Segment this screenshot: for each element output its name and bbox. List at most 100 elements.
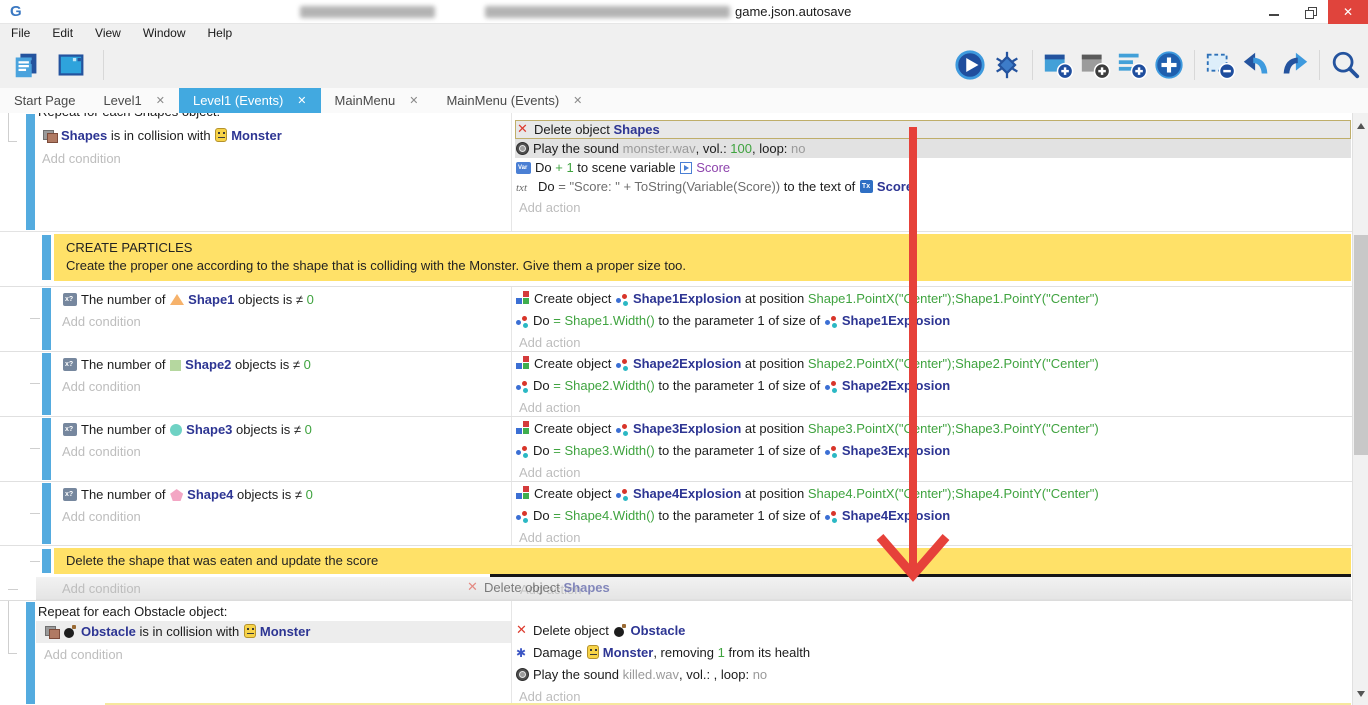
subevent-shape4[interactable]: The number of Shape4 objects is ≠ 0 Add …	[0, 481, 1368, 546]
vertical-scrollbar[interactable]	[1352, 113, 1368, 705]
debugger-icon[interactable]	[990, 48, 1024, 82]
text-segment: Shapes	[564, 580, 610, 595]
create-object-icon	[516, 292, 530, 305]
action-row[interactable]: Do = "Score: " + ToString(Variable(Score…	[515, 177, 1351, 196]
add-action-link[interactable]: Add action	[519, 529, 580, 547]
action-row[interactable]: Play the sound killed.wav, vol.: , loop:…	[515, 666, 1351, 684]
comment-block[interactable]: CREATE PARTICLES Create the proper one a…	[54, 234, 1351, 281]
tab-mainmenu-events[interactable]: MainMenu (Events)	[432, 88, 596, 113]
text-segment: Score	[696, 160, 730, 175]
restore-button[interactable]	[1292, 0, 1328, 24]
delete-cross-icon	[467, 581, 480, 594]
add-action-link[interactable]: Add action	[519, 464, 580, 482]
fold-tick[interactable]	[8, 589, 18, 590]
action-row[interactable]: Create object Shape4Explosion at positio…	[515, 485, 1351, 503]
add-action-link[interactable]: Add action	[519, 399, 580, 417]
drop-target-row[interactable]: Add condition Add action Delete object S…	[36, 577, 1351, 600]
scroll-down-icon[interactable]	[1357, 691, 1365, 697]
toolbar	[0, 43, 1368, 88]
search-icon[interactable]	[1328, 48, 1362, 82]
redo-icon[interactable]	[1277, 48, 1311, 82]
close-button[interactable]	[1328, 0, 1368, 24]
action-row[interactable]: Create object Shape2Explosion at positio…	[515, 355, 1351, 373]
menu-view[interactable]: View	[84, 24, 132, 43]
close-tab-icon[interactable]	[573, 94, 582, 107]
tab-level1[interactable]: Level1	[89, 88, 179, 113]
text-segment: = "Score: " + ToString(Variable(Score))	[558, 179, 780, 194]
scene-editor-icon[interactable]	[54, 48, 88, 82]
menu-bar: File Edit View Window Help	[0, 24, 1368, 43]
action-row[interactable]: Do = Shape1.Width() to the parameter 1 o…	[515, 312, 1351, 330]
comment-body: Delete the shape that was eaten and upda…	[66, 553, 378, 568]
delete-selection-icon[interactable]	[1203, 48, 1237, 82]
particles-icon	[616, 423, 629, 435]
comment-create-particles[interactable]: CREATE PARTICLES Create the proper one a…	[0, 234, 1368, 281]
action-row[interactable]: Create object Shape1Explosion at positio…	[515, 290, 1351, 308]
txt-icon	[516, 181, 534, 193]
menu-window[interactable]: Window	[132, 24, 197, 43]
comment-delete-shape[interactable]: Delete the shape that was eaten and upda…	[0, 548, 1368, 574]
event-repeat-obstacle[interactable]: Repeat for each Obstacle object: Obstacl…	[0, 600, 1368, 705]
action-row-selected[interactable]: Play the sound monster.wav, vol.: 100, l…	[515, 139, 1351, 158]
conditions-actions-divider	[511, 352, 512, 416]
comment-block[interactable]: Delete the shape that was eaten and upda…	[54, 548, 1351, 574]
close-tab-icon[interactable]	[409, 94, 418, 107]
add-circle-icon[interactable]	[1152, 48, 1186, 82]
add-action-link[interactable]: Add action	[519, 199, 580, 217]
text-segment: = Shape4.Width()	[553, 508, 655, 523]
condition-row[interactable]: Shapes is in collision with Monster	[42, 127, 282, 145]
condition-row[interactable]: The number of Shape3 objects is ≠ 0	[62, 421, 312, 439]
menu-file[interactable]: File	[0, 24, 41, 43]
particles-icon	[516, 445, 529, 457]
add-condition-link[interactable]: Add condition	[62, 508, 141, 526]
condition-row[interactable]: Obstacle is in collision with Monster	[44, 623, 310, 641]
add-condition-link[interactable]: Add condition	[62, 313, 141, 331]
action-row[interactable]: Do = Shape3.Width() to the parameter 1 o…	[515, 442, 1351, 460]
text-segment: The number of	[81, 357, 169, 372]
subevent-shape1[interactable]: The number of Shape1 objects is ≠ 0 Add …	[0, 286, 1368, 351]
add-action-link[interactable]: Add action	[519, 334, 580, 352]
action-row[interactable]: Do = Shape2.Width() to the parameter 1 o…	[515, 377, 1351, 395]
action-row-selected[interactable]: Delete object Shapes	[515, 120, 1351, 139]
condition-row[interactable]: The number of Shape1 objects is ≠ 0	[62, 291, 314, 309]
tab-mainmenu[interactable]: MainMenu	[321, 88, 433, 113]
add-condition-link[interactable]: Add condition	[62, 443, 141, 461]
add-subevent-icon[interactable]	[1078, 48, 1112, 82]
particles-icon	[825, 510, 838, 522]
close-tab-icon[interactable]	[297, 94, 306, 107]
add-event-icon[interactable]	[1041, 48, 1075, 82]
tab-level1-events[interactable]: Level1 (Events)	[179, 88, 321, 113]
action-row[interactable]: Damage Monster, removing 1 from its heal…	[515, 644, 1351, 662]
subevent-shape3[interactable]: The number of Shape3 objects is ≠ 0 Add …	[0, 416, 1368, 481]
text-segment: 0	[306, 487, 313, 502]
add-condition-link[interactable]: Add condition	[42, 150, 121, 168]
play-icon[interactable]	[953, 48, 987, 82]
project-manager-icon[interactable]	[10, 48, 44, 82]
action-row[interactable]: Delete object Obstacle	[515, 622, 1351, 640]
text-segment: The number of	[81, 292, 169, 307]
action-row[interactable]: Do + 1 to scene variable Score	[515, 158, 1351, 177]
minimize-button[interactable]	[1256, 0, 1292, 24]
text-segment: Create object	[534, 486, 615, 501]
toolbar-separator	[103, 50, 104, 80]
event-header[interactable]: Repeat for each Shapes object:	[38, 113, 220, 120]
add-condition-link[interactable]: Add condition	[44, 646, 123, 664]
action-row[interactable]: Do = Shape4.Width() to the parameter 1 o…	[515, 507, 1351, 525]
add-condition-link[interactable]: Add condition	[62, 378, 141, 396]
event-header[interactable]: Repeat for each Obstacle object:	[38, 604, 227, 620]
action-row[interactable]: Create object Shape3Explosion at positio…	[515, 420, 1351, 438]
add-condition-link[interactable]: Add condition	[62, 580, 141, 598]
scroll-up-icon[interactable]	[1357, 123, 1365, 129]
condition-row[interactable]: The number of Shape2 objects is ≠ 0	[62, 356, 311, 374]
scrollbar-thumb[interactable]	[1354, 235, 1368, 455]
menu-help[interactable]: Help	[197, 24, 244, 43]
condition-row[interactable]: The number of Shape4 objects is ≠ 0	[62, 486, 313, 504]
undo-icon[interactable]	[1240, 48, 1274, 82]
tab-start-page[interactable]: Start Page	[0, 88, 89, 113]
subevent-shape2[interactable]: The number of Shape2 objects is ≠ 0 Add …	[0, 351, 1368, 416]
particles-icon	[516, 510, 529, 522]
event-repeat-shapes[interactable]: Repeat for each Shapes object: Shapes is…	[0, 113, 1368, 232]
add-comment-icon[interactable]	[1115, 48, 1149, 82]
close-tab-icon[interactable]	[156, 94, 165, 107]
menu-edit[interactable]: Edit	[41, 24, 84, 43]
